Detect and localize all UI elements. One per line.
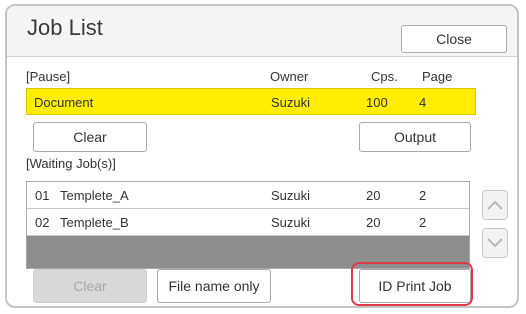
scroll-up-button[interactable] bbox=[482, 190, 508, 220]
job-copies: 20 bbox=[366, 215, 381, 230]
chevron-down-icon bbox=[487, 238, 503, 248]
close-button[interactable]: Close bbox=[401, 25, 507, 53]
file-name-only-button[interactable]: File name only bbox=[157, 269, 271, 303]
job-page: 2 bbox=[419, 215, 427, 230]
output-button[interactable]: Output bbox=[359, 122, 471, 152]
column-copies: Cps. bbox=[371, 69, 398, 84]
chevron-up-icon bbox=[487, 200, 503, 210]
waiting-section-label: [Waiting Job(s)] bbox=[26, 156, 116, 171]
column-page: Page bbox=[422, 69, 453, 84]
job-owner: Suzuki bbox=[271, 188, 311, 203]
table-row[interactable]: 01 Templete_A Suzuki 20 2 bbox=[27, 182, 469, 209]
scroll-down-button[interactable] bbox=[482, 228, 508, 258]
job-owner: Suzuki bbox=[271, 215, 311, 230]
job-number: 02 bbox=[35, 215, 50, 230]
job-name: Templete_B bbox=[60, 215, 129, 230]
paused-job-page: 4 bbox=[419, 95, 427, 110]
pause-section-label: [Pause] bbox=[26, 69, 71, 84]
waiting-clear-button[interactable]: Clear bbox=[33, 269, 147, 303]
job-copies: 20 bbox=[366, 188, 381, 203]
job-page: 2 bbox=[419, 188, 427, 203]
job-name: Templete_A bbox=[60, 188, 129, 203]
paused-job-row[interactable]: Document Suzuki 100 4 bbox=[26, 88, 476, 115]
pause-clear-button[interactable]: Clear bbox=[33, 122, 147, 152]
paused-job-owner: Suzuki bbox=[271, 95, 311, 110]
callout-highlight bbox=[351, 262, 473, 306]
job-number: 01 bbox=[35, 188, 50, 203]
waiting-job-list: 01 Templete_A Suzuki 20 2 02 Templete_B … bbox=[26, 181, 470, 269]
table-row[interactable]: 02 Templete_B Suzuki 20 2 bbox=[27, 209, 469, 236]
paused-job-name: Document bbox=[34, 95, 94, 110]
dialog-header: Job List Close bbox=[7, 6, 517, 57]
paused-job-copies: 100 bbox=[366, 95, 388, 110]
dialog-title: Job List bbox=[27, 15, 103, 40]
column-owner: Owner bbox=[270, 69, 309, 84]
